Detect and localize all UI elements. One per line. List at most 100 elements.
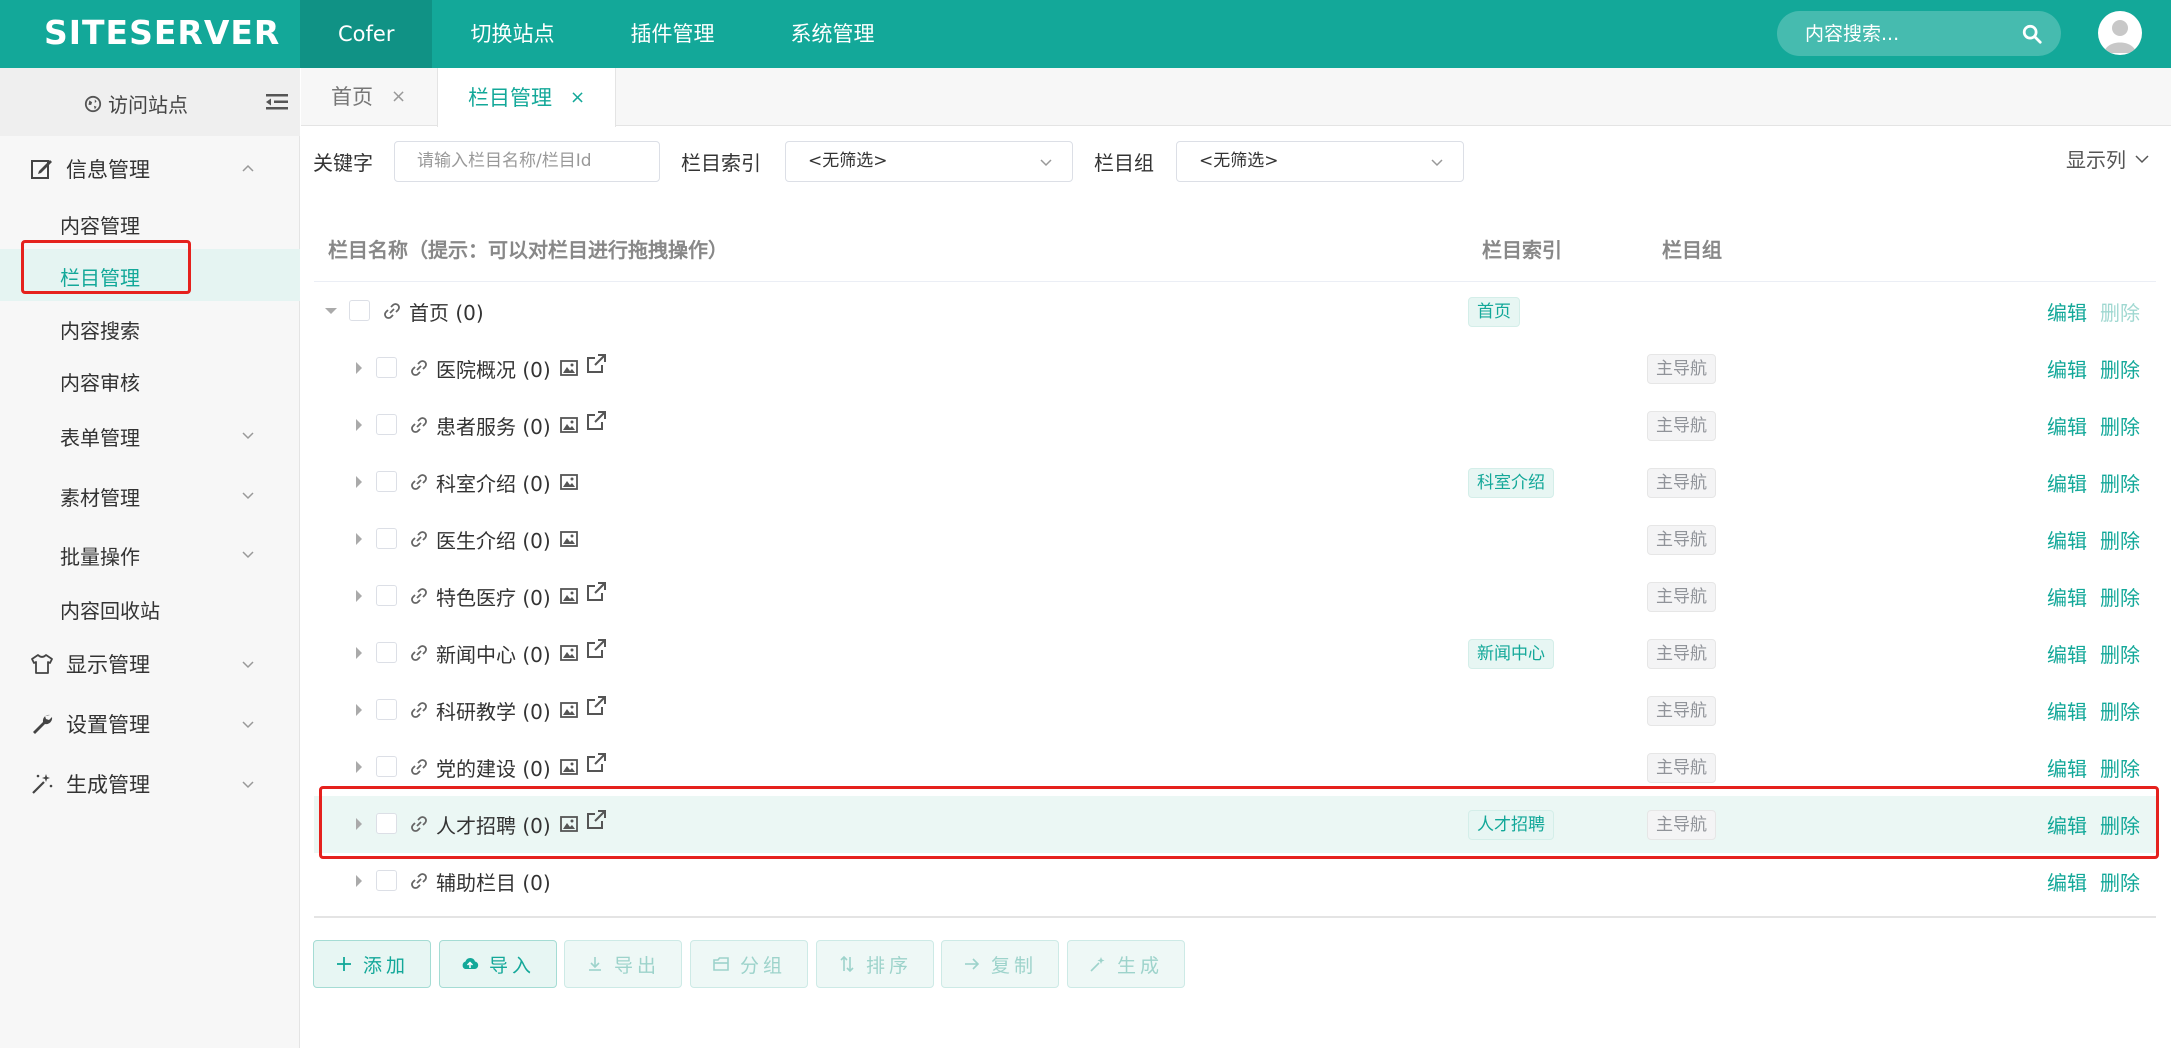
edit-link[interactable]: 编辑 [2047,810,2087,839]
external-link-icon[interactable] [585,695,607,717]
delete-link[interactable]: 删除 [2100,810,2140,839]
sidebar-item-recycle-bin[interactable]: 内容回收站 [0,582,300,634]
table-row[interactable]: 辅助栏目 (0) 编辑 删除 [314,853,2156,910]
channel-name[interactable]: 人才招聘 (0) [436,810,551,839]
expand-arrow-icon[interactable] [356,590,362,602]
add-button[interactable]: 添加 [313,940,431,988]
tab-channel-management[interactable]: 栏目管理 × [437,68,617,127]
expand-arrow-icon[interactable] [356,362,362,374]
table-row[interactable]: 医院概况 (0) 主导航 编辑 删除 [314,340,2156,397]
table-row[interactable]: 党的建设 (0) 主导航 编辑 删除 [314,739,2156,796]
table-row[interactable]: 科研教学 (0) 主导航 编辑 删除 [314,682,2156,739]
edit-link[interactable]: 编辑 [2047,525,2087,554]
external-link-icon[interactable] [585,410,607,432]
expand-arrow-icon[interactable] [356,533,362,545]
delete-link[interactable]: 删除 [2100,639,2140,668]
edit-link[interactable]: 编辑 [2047,867,2087,896]
delete-link[interactable]: 删除 [2100,468,2140,497]
nav-switch-site[interactable]: 切换站点 [432,0,592,68]
channel-name[interactable]: 首页 (0) [409,297,484,326]
show-columns-button[interactable]: 显示列 [2066,144,2150,173]
sidebar-group-info[interactable]: 信息管理 [0,143,300,195]
user-avatar[interactable] [2098,11,2142,55]
delete-link[interactable]: 删除 [2100,354,2140,383]
delete-link[interactable]: 删除 [2100,696,2140,725]
table-row[interactable]: 首页 (0) 首页 编辑 删除 [314,283,2156,340]
channel-name[interactable]: 患者服务 (0) [436,411,551,440]
row-checkbox[interactable] [376,756,397,777]
channel-name[interactable]: 党的建设 (0) [436,753,551,782]
external-link-icon[interactable] [585,809,607,831]
edit-link[interactable]: 编辑 [2047,468,2087,497]
expand-arrow-icon[interactable] [356,818,362,830]
channel-index-select[interactable]: <无筛选> [785,141,1073,182]
import-button[interactable]: 导入 [439,940,557,988]
delete-link[interactable]: 删除 [2100,525,2140,554]
channel-name[interactable]: 新闻中心 (0) [436,639,551,668]
row-checkbox[interactable] [349,300,370,321]
delete-link[interactable]: 删除 [2100,411,2140,440]
table-row[interactable]: 科室介绍 (0) 科室介绍 主导航 编辑 删除 [314,454,2156,511]
delete-link[interactable]: 删除 [2100,753,2140,782]
channel-group-select[interactable]: <无筛选> [1176,141,1464,182]
row-checkbox[interactable] [376,357,397,378]
table-row[interactable]: 患者服务 (0) 主导航 编辑 删除 [314,397,2156,454]
table-row[interactable]: 特色医疗 (0) 主导航 编辑 删除 [314,568,2156,625]
tab-home[interactable]: 首页 × [331,68,406,126]
channel-name[interactable]: 医生介绍 (0) [436,525,551,554]
expand-arrow-icon[interactable] [356,419,362,431]
visit-site-link[interactable]: 访问站点 [84,89,188,118]
expand-arrow-icon[interactable] [356,875,362,887]
external-link-icon[interactable] [585,638,607,660]
external-link-icon[interactable] [585,353,607,375]
close-icon[interactable]: × [570,69,585,127]
edit-link[interactable]: 编辑 [2047,297,2087,326]
edit-link[interactable]: 编辑 [2047,753,2087,782]
keyword-input[interactable]: 请输入栏目名称/栏目Id [394,141,660,182]
edit-link[interactable]: 编辑 [2047,696,2087,725]
expand-arrow-icon[interactable] [356,761,362,773]
delete-link[interactable]: 删除 [2100,582,2140,611]
row-checkbox[interactable] [376,528,397,549]
row-checkbox[interactable] [376,813,397,834]
nav-site-cofer[interactable]: Cofer [300,0,433,68]
row-checkbox[interactable] [376,699,397,720]
row-checkbox[interactable] [376,585,397,606]
channel-name[interactable]: 医院概况 (0) [436,354,551,383]
expand-arrow-icon[interactable] [356,476,362,488]
channel-name[interactable]: 特色医疗 (0) [436,582,551,611]
siteserver-logo[interactable]: SITESERVER [44,13,280,53]
content-search-input[interactable] [1805,11,2015,56]
edit-link[interactable]: 编辑 [2047,639,2087,668]
menu-collapse-icon[interactable] [266,92,288,112]
channel-name[interactable]: 科室介绍 (0) [436,468,551,497]
edit-link[interactable]: 编辑 [2047,354,2087,383]
table-row[interactable]: 医生介绍 (0) 主导航 编辑 删除 [314,511,2156,568]
expand-arrow-icon[interactable] [325,308,337,314]
sidebar-group-display[interactable]: 显示管理 [0,638,300,690]
channel-name[interactable]: 辅助栏目 (0) [436,867,551,896]
sidebar-item-content-search[interactable]: 内容搜索 [0,302,300,354]
sidebar-group-generate[interactable]: 生成管理 [0,758,300,810]
sidebar-item-material-management[interactable]: 素材管理 [0,469,300,521]
edit-link[interactable]: 编辑 [2047,582,2087,611]
sidebar-item-content-review[interactable]: 内容审核 [0,354,300,406]
row-checkbox[interactable] [376,471,397,492]
table-row-highlighted[interactable]: 人才招聘 (0) 人才招聘 主导航 编辑 删除 [314,796,2156,853]
sidebar-item-content-management[interactable]: 内容管理 [0,197,300,249]
sidebar-item-form-management[interactable]: 表单管理 [0,409,300,461]
nav-plugin-management[interactable]: 插件管理 [592,0,752,68]
row-checkbox[interactable] [376,870,397,891]
channel-name[interactable]: 科研教学 (0) [436,696,551,725]
row-checkbox[interactable] [376,642,397,663]
expand-arrow-icon[interactable] [356,647,362,659]
sidebar-group-settings[interactable]: 设置管理 [0,698,300,750]
sidebar-item-channel-management[interactable]: 栏目管理 [0,249,300,301]
row-checkbox[interactable] [376,414,397,435]
sidebar-item-batch-operations[interactable]: 批量操作 [0,528,300,580]
close-icon[interactable]: × [391,68,406,126]
search-icon[interactable] [2021,23,2043,45]
expand-arrow-icon[interactable] [356,704,362,716]
external-link-icon[interactable] [585,581,607,603]
delete-link[interactable]: 删除 [2100,867,2140,896]
